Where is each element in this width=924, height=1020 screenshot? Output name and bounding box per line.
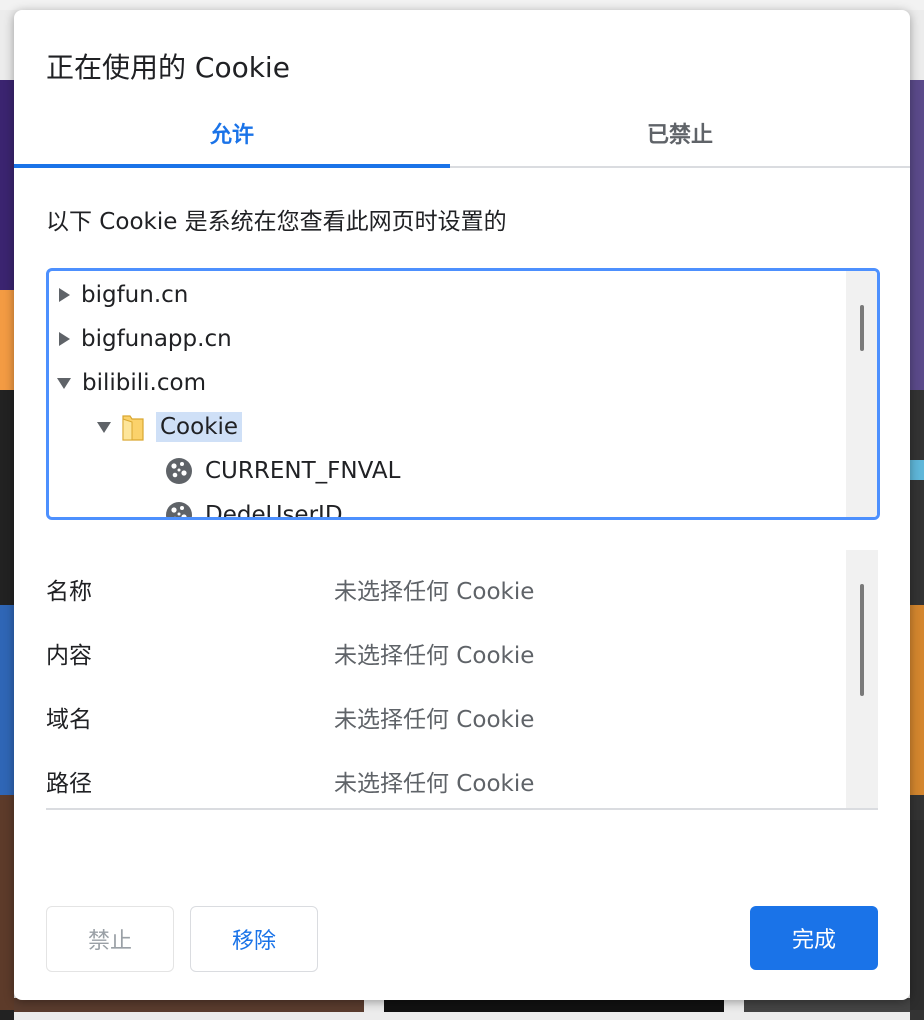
- detail-row-name: 名称 未选择任何 Cookie: [46, 550, 846, 614]
- background-thumbnail: [910, 80, 924, 390]
- background-thumbnail: [0, 605, 14, 795]
- expand-arrow-icon[interactable]: [59, 288, 70, 302]
- detail-value: 未选择任何 Cookie: [334, 707, 535, 733]
- scrollbar-thumb[interactable]: [860, 305, 864, 351]
- folder-icon: [122, 415, 144, 441]
- scrollbar-thumb[interactable]: [860, 584, 864, 696]
- background-thumbnail: [0, 80, 14, 290]
- tree-item-label: bigfun.cn: [81, 282, 189, 308]
- detail-row-content: 内容 未选择任何 Cookie: [46, 614, 846, 678]
- browser-toolbar-edge: [0, 0, 924, 10]
- tree-item-bigfunapp-cn[interactable]: bigfunapp.cn: [59, 319, 232, 359]
- tab-bar: 允许 已禁止: [14, 110, 910, 168]
- tree-item-cookie[interactable]: DedeUserID: [165, 495, 343, 520]
- background-thumbnail: [744, 998, 910, 1012]
- detail-label: 名称: [46, 579, 92, 605]
- collapse-arrow-icon[interactable]: [57, 377, 71, 389]
- background-thumbnail: [0, 290, 14, 390]
- dialog-title: 正在使用的 Cookie: [46, 51, 290, 84]
- detail-label: 域名: [46, 707, 92, 733]
- block-button[interactable]: 禁止: [46, 906, 174, 972]
- expand-arrow-icon[interactable]: [59, 332, 70, 346]
- tree-item-cookie-folder[interactable]: Cookie: [97, 407, 243, 447]
- remove-button[interactable]: 移除: [190, 906, 318, 972]
- cookie-icon: [166, 502, 192, 517]
- detail-row-path: 路径 未选择任何 Cookie: [46, 742, 846, 806]
- tab-blocked[interactable]: 已禁止: [462, 110, 898, 166]
- details-scrollbar[interactable]: [846, 550, 878, 808]
- background-thumbnail: [910, 605, 924, 795]
- detail-value: 未选择任何 Cookie: [334, 579, 535, 605]
- tree-item-label: bigfunapp.cn: [81, 326, 232, 352]
- detail-row-domain: 域名 未选择任何 Cookie: [46, 678, 846, 742]
- tree-item-label: Cookie: [156, 412, 243, 442]
- cookie-tree[interactable]: bigfun.cn bigfunapp.cn bilibili.com Cook…: [46, 268, 880, 520]
- background-thumbnail: [14, 998, 364, 1012]
- cookie-icon: [166, 458, 192, 484]
- cookies-dialog: 正在使用的 Cookie 允许 已禁止 以下 Cookie 是系统在您查看此网页…: [14, 10, 910, 1000]
- background-thumbnail: [910, 820, 924, 1010]
- detail-label: 内容: [46, 643, 92, 669]
- background-thumbnail: [910, 460, 924, 480]
- detail-label: 路径: [46, 771, 92, 797]
- collapse-arrow-icon[interactable]: [97, 421, 111, 433]
- cookie-details: 名称 未选择任何 Cookie 内容 未选择任何 Cookie 域名 未选择任何…: [46, 550, 878, 810]
- detail-value: 未选择任何 Cookie: [334, 643, 535, 669]
- tree-item-bigfun-cn[interactable]: bigfun.cn: [59, 275, 188, 315]
- tree-item-bilibili-com[interactable]: bilibili.com: [57, 363, 206, 403]
- dialog-description: 以下 Cookie 是系统在您查看此网页时设置的: [46, 209, 507, 235]
- tree-item-cookie[interactable]: CURRENT_FNVAL: [165, 451, 400, 491]
- detail-value: 未选择任何 Cookie: [334, 771, 535, 797]
- tree-scrollbar[interactable]: [846, 271, 877, 517]
- tree-item-label: bilibili.com: [82, 370, 206, 396]
- background-thumbnail: [384, 998, 724, 1012]
- tab-allowed[interactable]: 允许: [14, 110, 450, 168]
- tree-item-label: DedeUserID: [205, 502, 343, 520]
- done-button[interactable]: 完成: [750, 906, 878, 970]
- background-thumbnail: [0, 795, 14, 1010]
- tree-item-label: CURRENT_FNVAL: [205, 458, 401, 484]
